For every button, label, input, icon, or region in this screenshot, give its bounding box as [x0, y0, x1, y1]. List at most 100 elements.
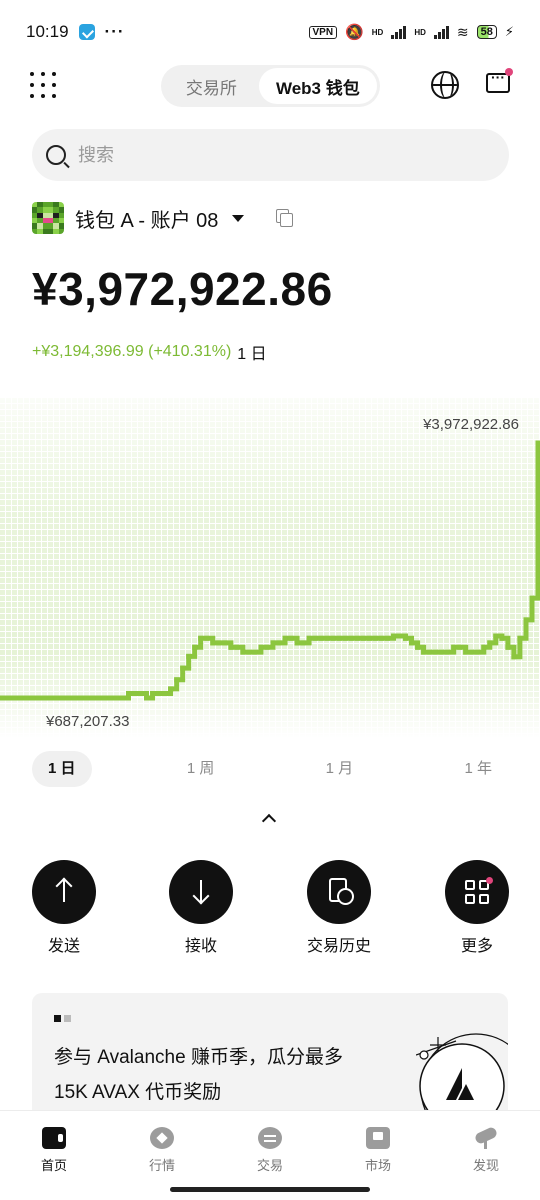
receive-button[interactable]: 接收 — [151, 860, 251, 956]
apps-grid-icon[interactable] — [30, 72, 56, 98]
arrow-down-icon — [200, 880, 202, 902]
data-point — [457, 644, 463, 650]
mute-icon: 🔕 — [345, 24, 364, 41]
more-circle[interactable] — [445, 860, 509, 924]
balance-chart[interactable] — [0, 398, 540, 738]
more-notifications-icon: ··· — [104, 22, 125, 41]
data-point — [210, 640, 216, 646]
copy-icon[interactable] — [276, 209, 294, 227]
top-header: 交易所 Web3 钱包 — [0, 62, 540, 108]
data-point — [23, 695, 29, 701]
range-tab-1d[interactable]: 1 日 — [32, 751, 92, 787]
notification-dot — [505, 68, 513, 76]
data-point — [126, 691, 131, 696]
history-button[interactable]: 交易历史 — [289, 860, 389, 956]
data-point — [505, 644, 511, 650]
range-tab-1m[interactable]: 1 月 — [310, 751, 370, 787]
nav-home[interactable]: 首页 — [0, 1111, 108, 1200]
data-point — [29, 695, 35, 701]
data-point — [439, 649, 445, 655]
data-point — [300, 640, 306, 646]
data-point — [427, 649, 433, 655]
battery-indicator: 58 — [476, 25, 497, 39]
data-point — [366, 635, 372, 641]
tab-web3-wallet[interactable]: Web3 钱包 — [258, 68, 377, 104]
chat-icon[interactable] — [486, 69, 510, 93]
data-point — [180, 665, 186, 671]
carousel-indicator — [54, 1015, 71, 1022]
market-icon — [150, 1127, 174, 1149]
data-point — [282, 635, 288, 641]
total-balance: ¥3,972,922.86 — [32, 263, 333, 315]
status-indicators: VPN 🔕 HD HD ≋ 58 ⚡ — [308, 23, 514, 41]
data-point — [240, 649, 246, 655]
search-bar[interactable] — [32, 129, 509, 181]
history-circle[interactable] — [307, 860, 371, 924]
wallet-avatar — [32, 202, 64, 234]
nav-discover-label: 发现 — [472, 1158, 499, 1173]
data-point — [276, 640, 282, 646]
data-point — [354, 635, 360, 641]
globe-icon[interactable] — [431, 71, 459, 99]
data-point — [0, 695, 5, 701]
data-point — [469, 649, 475, 655]
data-point — [324, 635, 330, 641]
change-period: 1 日 — [237, 346, 267, 363]
send-button[interactable]: 发送 — [14, 860, 114, 956]
data-point — [186, 653, 192, 659]
range-tab-1y[interactable]: 1 年 — [448, 751, 508, 787]
data-point — [403, 635, 408, 641]
quick-actions: 发送 接收 交易历史 更多 — [0, 860, 540, 960]
account-selector[interactable]: 钱包 A - 账户 08 — [32, 201, 294, 235]
range-tab-1w[interactable]: 1 周 — [171, 751, 231, 787]
tab-exchange[interactable]: 交易所 — [164, 68, 259, 104]
data-point — [35, 695, 41, 701]
receive-label: 接收 — [184, 938, 217, 955]
status-time: 10:19 — [26, 22, 69, 41]
data-point — [523, 617, 529, 623]
data-point — [83, 695, 89, 701]
data-point — [445, 649, 451, 655]
data-point — [511, 654, 517, 660]
data-point — [89, 695, 95, 701]
search-icon — [46, 145, 66, 165]
data-point — [53, 695, 59, 701]
nav-marketplace-label: 市场 — [364, 1158, 391, 1173]
data-point — [487, 640, 493, 646]
caret-down-icon[interactable] — [232, 214, 245, 222]
nav-market-label: 行情 — [148, 1158, 175, 1173]
range-tabs: 1 日 1 周 1 月 1 年 — [32, 751, 508, 787]
history-icon — [329, 878, 354, 905]
data-point — [384, 635, 390, 641]
data-point — [59, 695, 65, 701]
data-point — [41, 695, 47, 701]
data-point — [535, 440, 540, 446]
chevron-up-icon[interactable] — [261, 813, 277, 829]
more-button[interactable]: 更多 — [427, 860, 527, 956]
data-point — [481, 644, 487, 650]
send-circle[interactable] — [32, 860, 96, 924]
receive-circle[interactable] — [169, 860, 233, 924]
telegram-icon — [78, 24, 95, 40]
home-indicator[interactable] — [170, 1187, 370, 1192]
data-point — [397, 633, 402, 639]
data-point — [258, 644, 264, 650]
search-input[interactable] — [78, 144, 458, 166]
data-point — [192, 644, 198, 650]
data-point — [204, 635, 210, 641]
data-point — [222, 640, 228, 646]
nav-discover[interactable]: 发现 — [432, 1111, 540, 1200]
signal-icon-1 — [391, 25, 407, 39]
data-point — [529, 595, 535, 601]
data-point — [252, 649, 258, 655]
data-point — [119, 695, 125, 701]
data-point — [5, 695, 11, 701]
data-point — [156, 691, 162, 696]
data-point — [378, 635, 384, 641]
data-point — [264, 644, 270, 650]
data-point — [318, 635, 324, 641]
data-point — [132, 691, 137, 696]
send-label: 发送 — [47, 938, 80, 955]
vpn-badge: VPN — [308, 25, 338, 39]
avalanche-logo-icon — [419, 1043, 505, 1110]
